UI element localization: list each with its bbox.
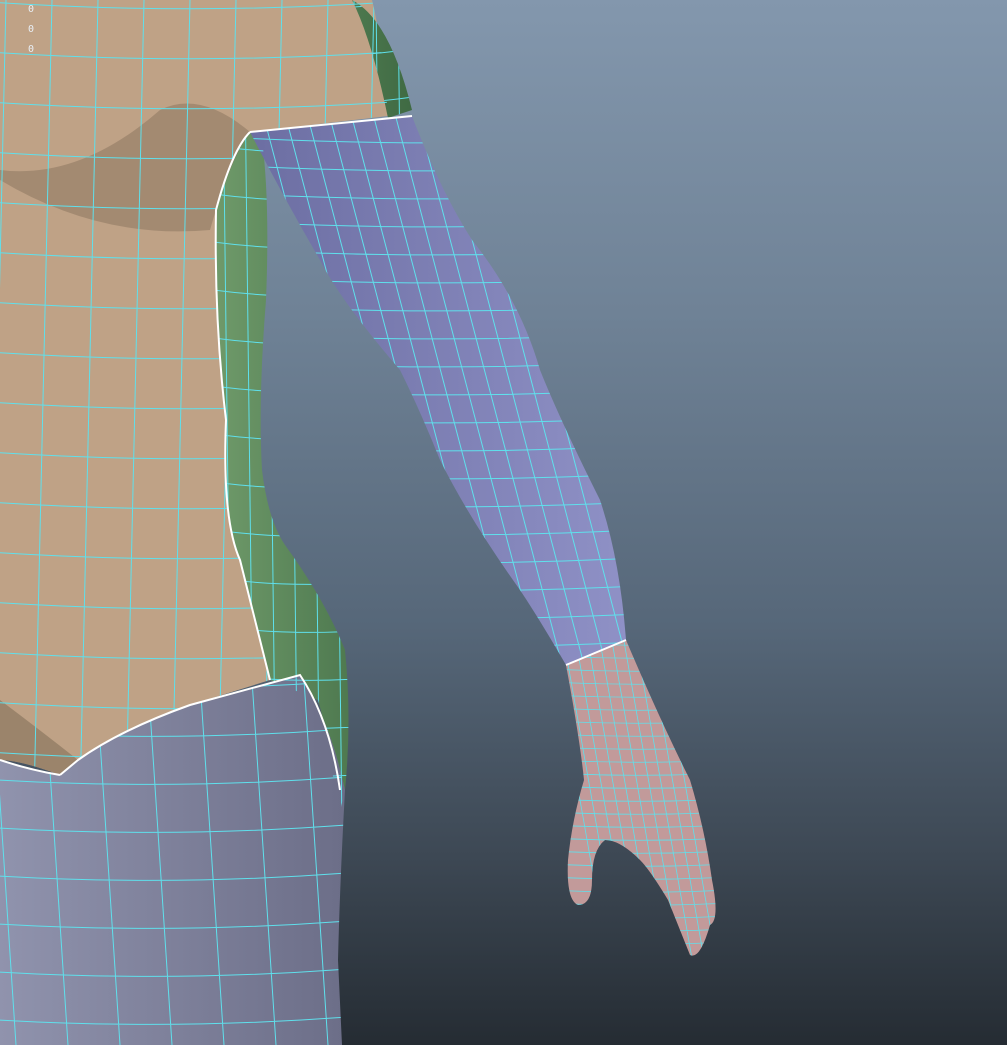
- hand-mesh[interactable]: [566, 640, 716, 956]
- maya-viewport[interactable]: 0 0 0: [0, 0, 1007, 1045]
- hud-value-2: 0: [28, 24, 35, 35]
- mesh-scene[interactable]: [0, 0, 1007, 1045]
- hud-readout: 0 0 0: [28, 0, 34, 60]
- hud-value-1: 0: [28, 4, 35, 15]
- hud-value-3: 0: [28, 44, 35, 55]
